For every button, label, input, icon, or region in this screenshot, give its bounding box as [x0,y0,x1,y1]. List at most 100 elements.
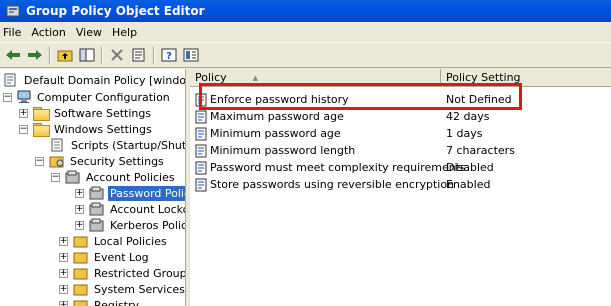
expand-icon[interactable]: + [75,220,84,230]
menu-help[interactable]: Help [111,25,146,39]
properties-icon [132,48,145,62]
scripts-icon [50,138,66,152]
tree-item-default-domain-policy[interactable]: Default Domain Policy [windows-20 [3,72,186,88]
policy-setting-icon [194,127,208,141]
table-row[interactable]: Minimum password length 7 characters [190,142,611,159]
export-list-icon [183,48,199,62]
expand-icon[interactable]: + [19,108,28,118]
policy-setting-value: 1 days [446,127,483,140]
policy-setting-icon [194,144,208,158]
registry-icon [73,298,89,306]
policy-setting-icon [194,110,208,124]
tree-label: Registry [94,298,140,306]
help-button[interactable]: ? [158,44,180,66]
tree-item-system-services[interactable]: + System Services [59,281,185,297]
policy-setting-value: 7 characters [446,144,515,157]
tree-item-account-lockout[interactable]: + Account Lockout [75,201,185,217]
back-button[interactable] [2,44,24,66]
tree-item-registry[interactable]: + Registry [59,297,141,306]
toolbar-separator [49,46,51,64]
table-row[interactable]: Store passwords using reversible encrypt… [190,176,611,193]
policy-setting-value: Enabled [446,178,491,191]
up-folder-icon [57,50,73,62]
folder-icon [33,106,50,121]
tree-item-computer-configuration[interactable]: − Computer Configuration [3,89,172,105]
tree-item-software-settings[interactable]: + Software Settings [19,105,153,121]
sort-ascending-icon: ▲ [252,73,259,82]
export-list-button[interactable] [180,44,202,66]
tree-item-local-policies[interactable]: + Local Policies [59,233,169,249]
tree-item-security-settings[interactable]: − Security Settings [35,153,166,169]
tree-item-event-log[interactable]: + Event Log [59,249,151,265]
gpo-editor-icon [6,4,20,18]
show-hide-tree-button[interactable] [76,44,98,66]
tree-label: Default Domain Policy [windows-20 [24,73,186,87]
policy-setting-icon [194,178,208,192]
table-row[interactable]: Password must meet complexity requiremen… [190,159,611,176]
toolbar-separator [153,46,155,64]
expand-icon[interactable]: + [75,204,84,214]
collapse-icon[interactable]: − [51,172,60,182]
tree-label: Scripts (Startup/Shutdo [71,138,186,152]
tree-label: Kerberos Policy [110,218,186,232]
security-settings-icon [49,154,65,168]
policy-setting-value: 42 days [446,110,490,123]
tree-item-restricted-groups[interactable]: + Restricted Groups [59,265,185,281]
forward-icon [28,50,42,60]
policy-setting-value: Disabled [446,161,494,174]
policy-name: Minimum password length [210,144,356,157]
expand-icon[interactable]: + [59,284,68,294]
tree-label: System Services [94,282,185,296]
system-services-icon [73,282,89,296]
toolbar: ? [0,42,611,68]
expand-icon[interactable]: + [59,252,68,262]
tree-label: Computer Configuration [37,90,170,104]
menu-file[interactable]: File [2,25,30,39]
tree-item-windows-settings[interactable]: − Windows Settings [19,121,154,137]
policy-name: Maximum password age [210,110,344,123]
tree-item-account-policies[interactable]: − Account Policies [51,169,177,185]
toolbar-separator [101,46,103,64]
highlight-annotation-box [199,83,522,110]
tree-label-selected: Password Policy [108,185,185,201]
expand-icon[interactable]: + [75,188,84,198]
collapse-icon[interactable]: − [3,92,12,102]
policy-name: Store passwords using reversible encrypt… [210,178,455,191]
tree-item-password-policy[interactable]: + Password Policy [75,185,185,201]
help-icon: ? [161,48,177,62]
delete-icon [111,49,123,61]
title-bar[interactable]: Group Policy Object Editor [0,0,611,22]
svg-text:?: ? [166,51,172,62]
collapse-icon[interactable]: − [19,124,28,134]
policy-document-icon [3,73,19,87]
window-title: Group Policy Object Editor [26,4,205,18]
properties-button[interactable] [128,44,150,66]
collapse-icon[interactable]: − [35,156,44,166]
up-one-level-button[interactable] [54,44,76,66]
expand-icon[interactable]: + [59,268,68,278]
tree-label: Software Settings [54,106,152,120]
forward-button[interactable] [24,44,46,66]
policy-name: Minimum password age [210,127,341,140]
password-policy-icon [89,186,105,200]
menu-view[interactable]: View [75,25,111,39]
expand-icon[interactable]: + [59,300,68,306]
expand-icon[interactable]: + [59,236,68,246]
computer-icon [16,90,32,104]
console-tree[interactable]: Default Domain Policy [windows-20 − Comp… [0,69,186,306]
local-policies-icon [73,234,89,248]
menu-action[interactable]: Action [30,25,74,39]
restricted-groups-icon [73,266,89,280]
tree-label: Event Log [94,250,149,264]
kerberos-policy-icon [89,218,105,232]
policy-name: Password must meet complexity requiremen… [210,161,466,174]
table-row[interactable]: Maximum password age 42 days [190,108,611,125]
delete-button[interactable] [106,44,128,66]
account-policies-icon [65,170,81,184]
tree-label: Account Policies [86,170,175,184]
tree-item-kerberos-policy[interactable]: + Kerberos Policy [75,217,186,233]
tree-item-scripts[interactable]: Scripts (Startup/Shutdo [50,137,186,153]
table-row[interactable]: Minimum password age 1 days [190,125,611,142]
account-lockout-icon [89,202,105,216]
tree-label: Account Lockout [110,202,185,216]
